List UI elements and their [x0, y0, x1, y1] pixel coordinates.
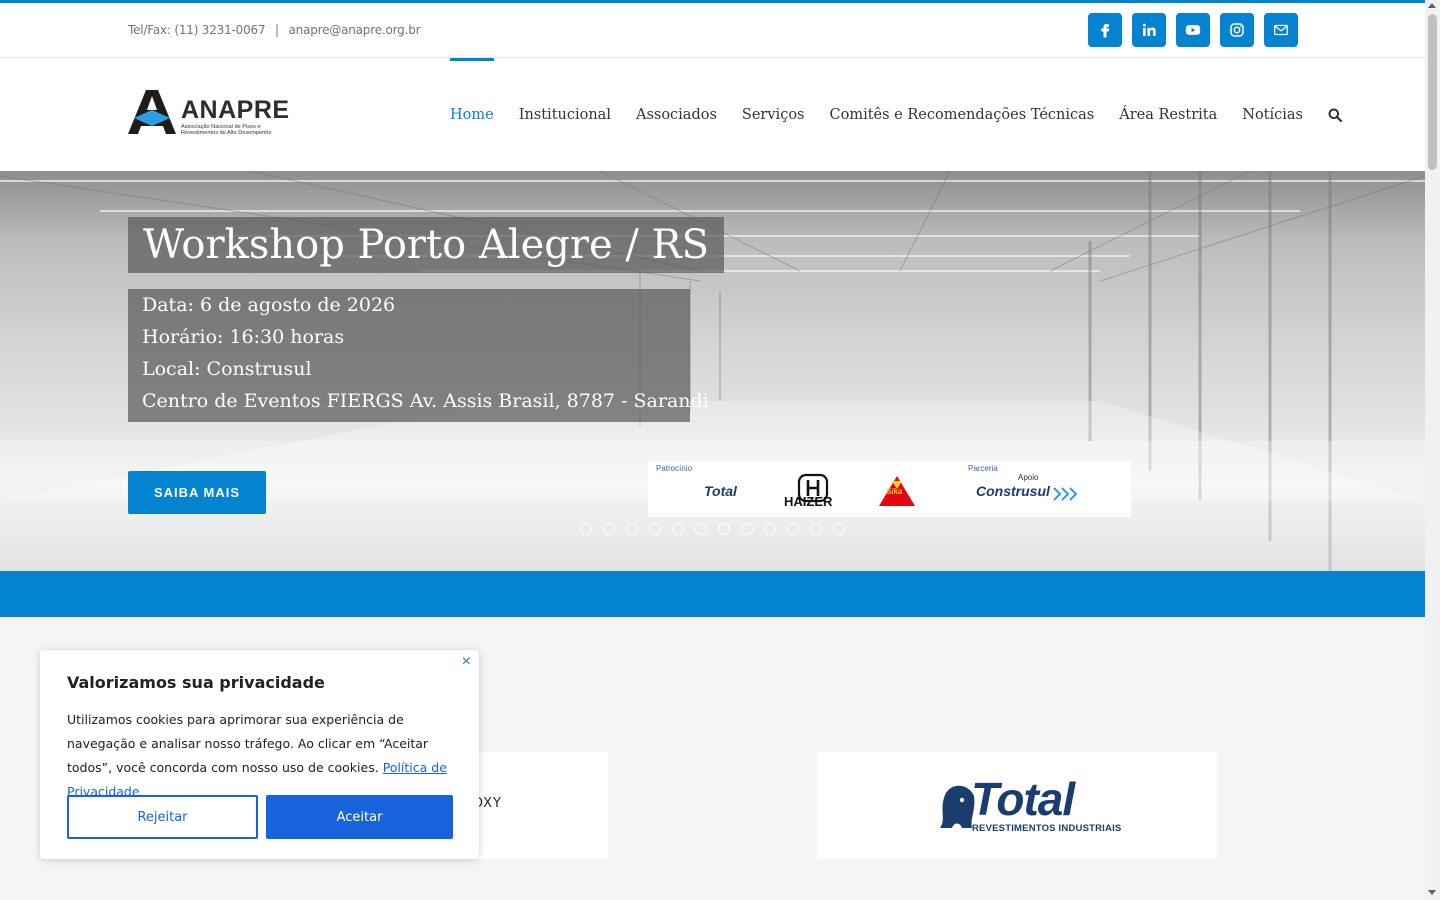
hero-date: Data: 6 de agosto de 2026 [142, 294, 396, 316]
youtube-button[interactable] [1176, 13, 1210, 47]
hero-description: Data: 6 de agosto de 2026 Horário: 16:30… [128, 289, 709, 422]
linkedin-icon [1142, 23, 1156, 36]
nav-area-restrita[interactable]: Área Restrita [1119, 58, 1217, 171]
slider-dot[interactable] [672, 523, 684, 535]
slider-dot[interactable] [626, 523, 638, 535]
slider-dot[interactable] [603, 523, 615, 535]
close-icon[interactable]: × [462, 653, 471, 671]
cookie-title: Valorizamos sua privacidade [67, 673, 325, 692]
scrollbar-thumb[interactable] [1428, 14, 1437, 170]
apoio-label: Apoio [1018, 473, 1039, 482]
total-logo-subtitle: REVESTIMENTOS INDUSTRIAIS [972, 823, 1122, 834]
facebook-icon [1101, 24, 1110, 38]
partner-arrows-icon [1053, 487, 1078, 501]
slider-pagination [580, 523, 845, 535]
slider-dot[interactable] [787, 523, 799, 535]
contact-info: Tel/Fax: (11) 3231-0067 | anapre@anapre.… [128, 23, 421, 37]
scroll-down-icon[interactable] [1428, 890, 1436, 895]
scrollbar[interactable] [1425, 0, 1440, 900]
sponsors-banner: Patrocínio Parceria Apoio Total HAIZER S… [648, 461, 1131, 517]
slider-dot[interactable] [764, 523, 776, 535]
slider-dot[interactable] [741, 523, 753, 535]
cookie-text: Utilizamos cookies para aprimorar sua ex… [67, 708, 467, 804]
parceria-label: Parceria [968, 464, 998, 473]
slider-dot[interactable] [649, 523, 661, 535]
saiba-mais-button[interactable]: SAIBA MAIS [128, 471, 266, 514]
nav-noticias[interactable]: Notícias [1242, 58, 1303, 171]
accept-cookies-button[interactable]: Aceitar [266, 795, 453, 839]
logo-subtitle: Associação Nacional de Pisos e Revestime… [181, 124, 272, 136]
slider-dot[interactable] [718, 523, 730, 535]
cookie-message: Utilizamos cookies para aprimorar sua ex… [67, 712, 429, 775]
linkedin-button[interactable] [1132, 13, 1166, 47]
phone-text: Tel/Fax: (11) 3231-0067 [128, 23, 266, 37]
contact-separator: | [275, 23, 279, 37]
top-bar: Tel/Fax: (11) 3231-0067 | anapre@anapre.… [0, 3, 1425, 58]
mail-icon [1273, 24, 1289, 36]
sponsor-haizer-logo: HAIZER [784, 494, 833, 509]
search-icon [1328, 108, 1342, 122]
nav-institucional[interactable]: Institucional [519, 58, 611, 171]
nav-comites[interactable]: Comitês e Recomendações Técnicas [830, 58, 1095, 171]
facebook-button[interactable] [1088, 13, 1122, 47]
cookie-consent-banner: × Valorizamos sua privacidade Utilizamos… [40, 650, 479, 859]
nav-home[interactable]: Home [450, 58, 494, 171]
hero-title: Workshop Porto Alegre / RS [128, 217, 725, 273]
sponsor-sika-logo: Sika [886, 487, 903, 496]
main-navigation: Home Institucional Associados Serviços C… [450, 58, 1342, 171]
patrocinio-label: Patrocínio [656, 464, 693, 473]
nav-servicos[interactable]: Serviços [742, 58, 805, 171]
youtube-icon [1185, 25, 1201, 35]
email-link[interactable]: anapre@anapre.org.br [289, 23, 421, 37]
nav-associados[interactable]: Associados [636, 58, 717, 171]
hero-slider: Workshop Porto Alegre / RS Data: 6 de ag… [0, 171, 1425, 571]
slider-dot[interactable] [580, 523, 592, 535]
logo-name: ANAPRE [181, 96, 290, 124]
anapre-logo[interactable]: ANAPRE Associação Nacional de Pisos e Re… [128, 90, 290, 138]
hero-address: Centro de Eventos FIERGS Av. Assis Brasi… [142, 390, 709, 412]
slider-dot[interactable] [810, 523, 822, 535]
total-logo-text: Total [971, 773, 1075, 825]
slider-dot[interactable] [695, 523, 707, 535]
social-links [1088, 13, 1298, 47]
sponsor-total-logo: Total [704, 483, 737, 499]
associate-card-total[interactable]: Total REVESTIMENTOS INDUSTRIAIS [817, 752, 1217, 859]
hero-time: Horário: 16:30 horas [142, 326, 345, 348]
blue-band [0, 571, 1425, 617]
main-header: ANAPRE Associação Nacional de Pisos e Re… [0, 58, 1425, 171]
search-button[interactable] [1328, 58, 1342, 171]
slider-dot[interactable] [833, 523, 845, 535]
scroll-up-icon[interactable] [1428, 3, 1436, 8]
instagram-icon [1230, 23, 1244, 37]
mail-button[interactable] [1264, 13, 1298, 47]
logo-mark-icon [128, 90, 176, 134]
sponsor-construsul-logo: Construsul [976, 483, 1050, 499]
hero-location: Local: Construsul [142, 358, 312, 380]
instagram-button[interactable] [1220, 13, 1254, 47]
reject-cookies-button[interactable]: Rejeitar [67, 795, 258, 839]
